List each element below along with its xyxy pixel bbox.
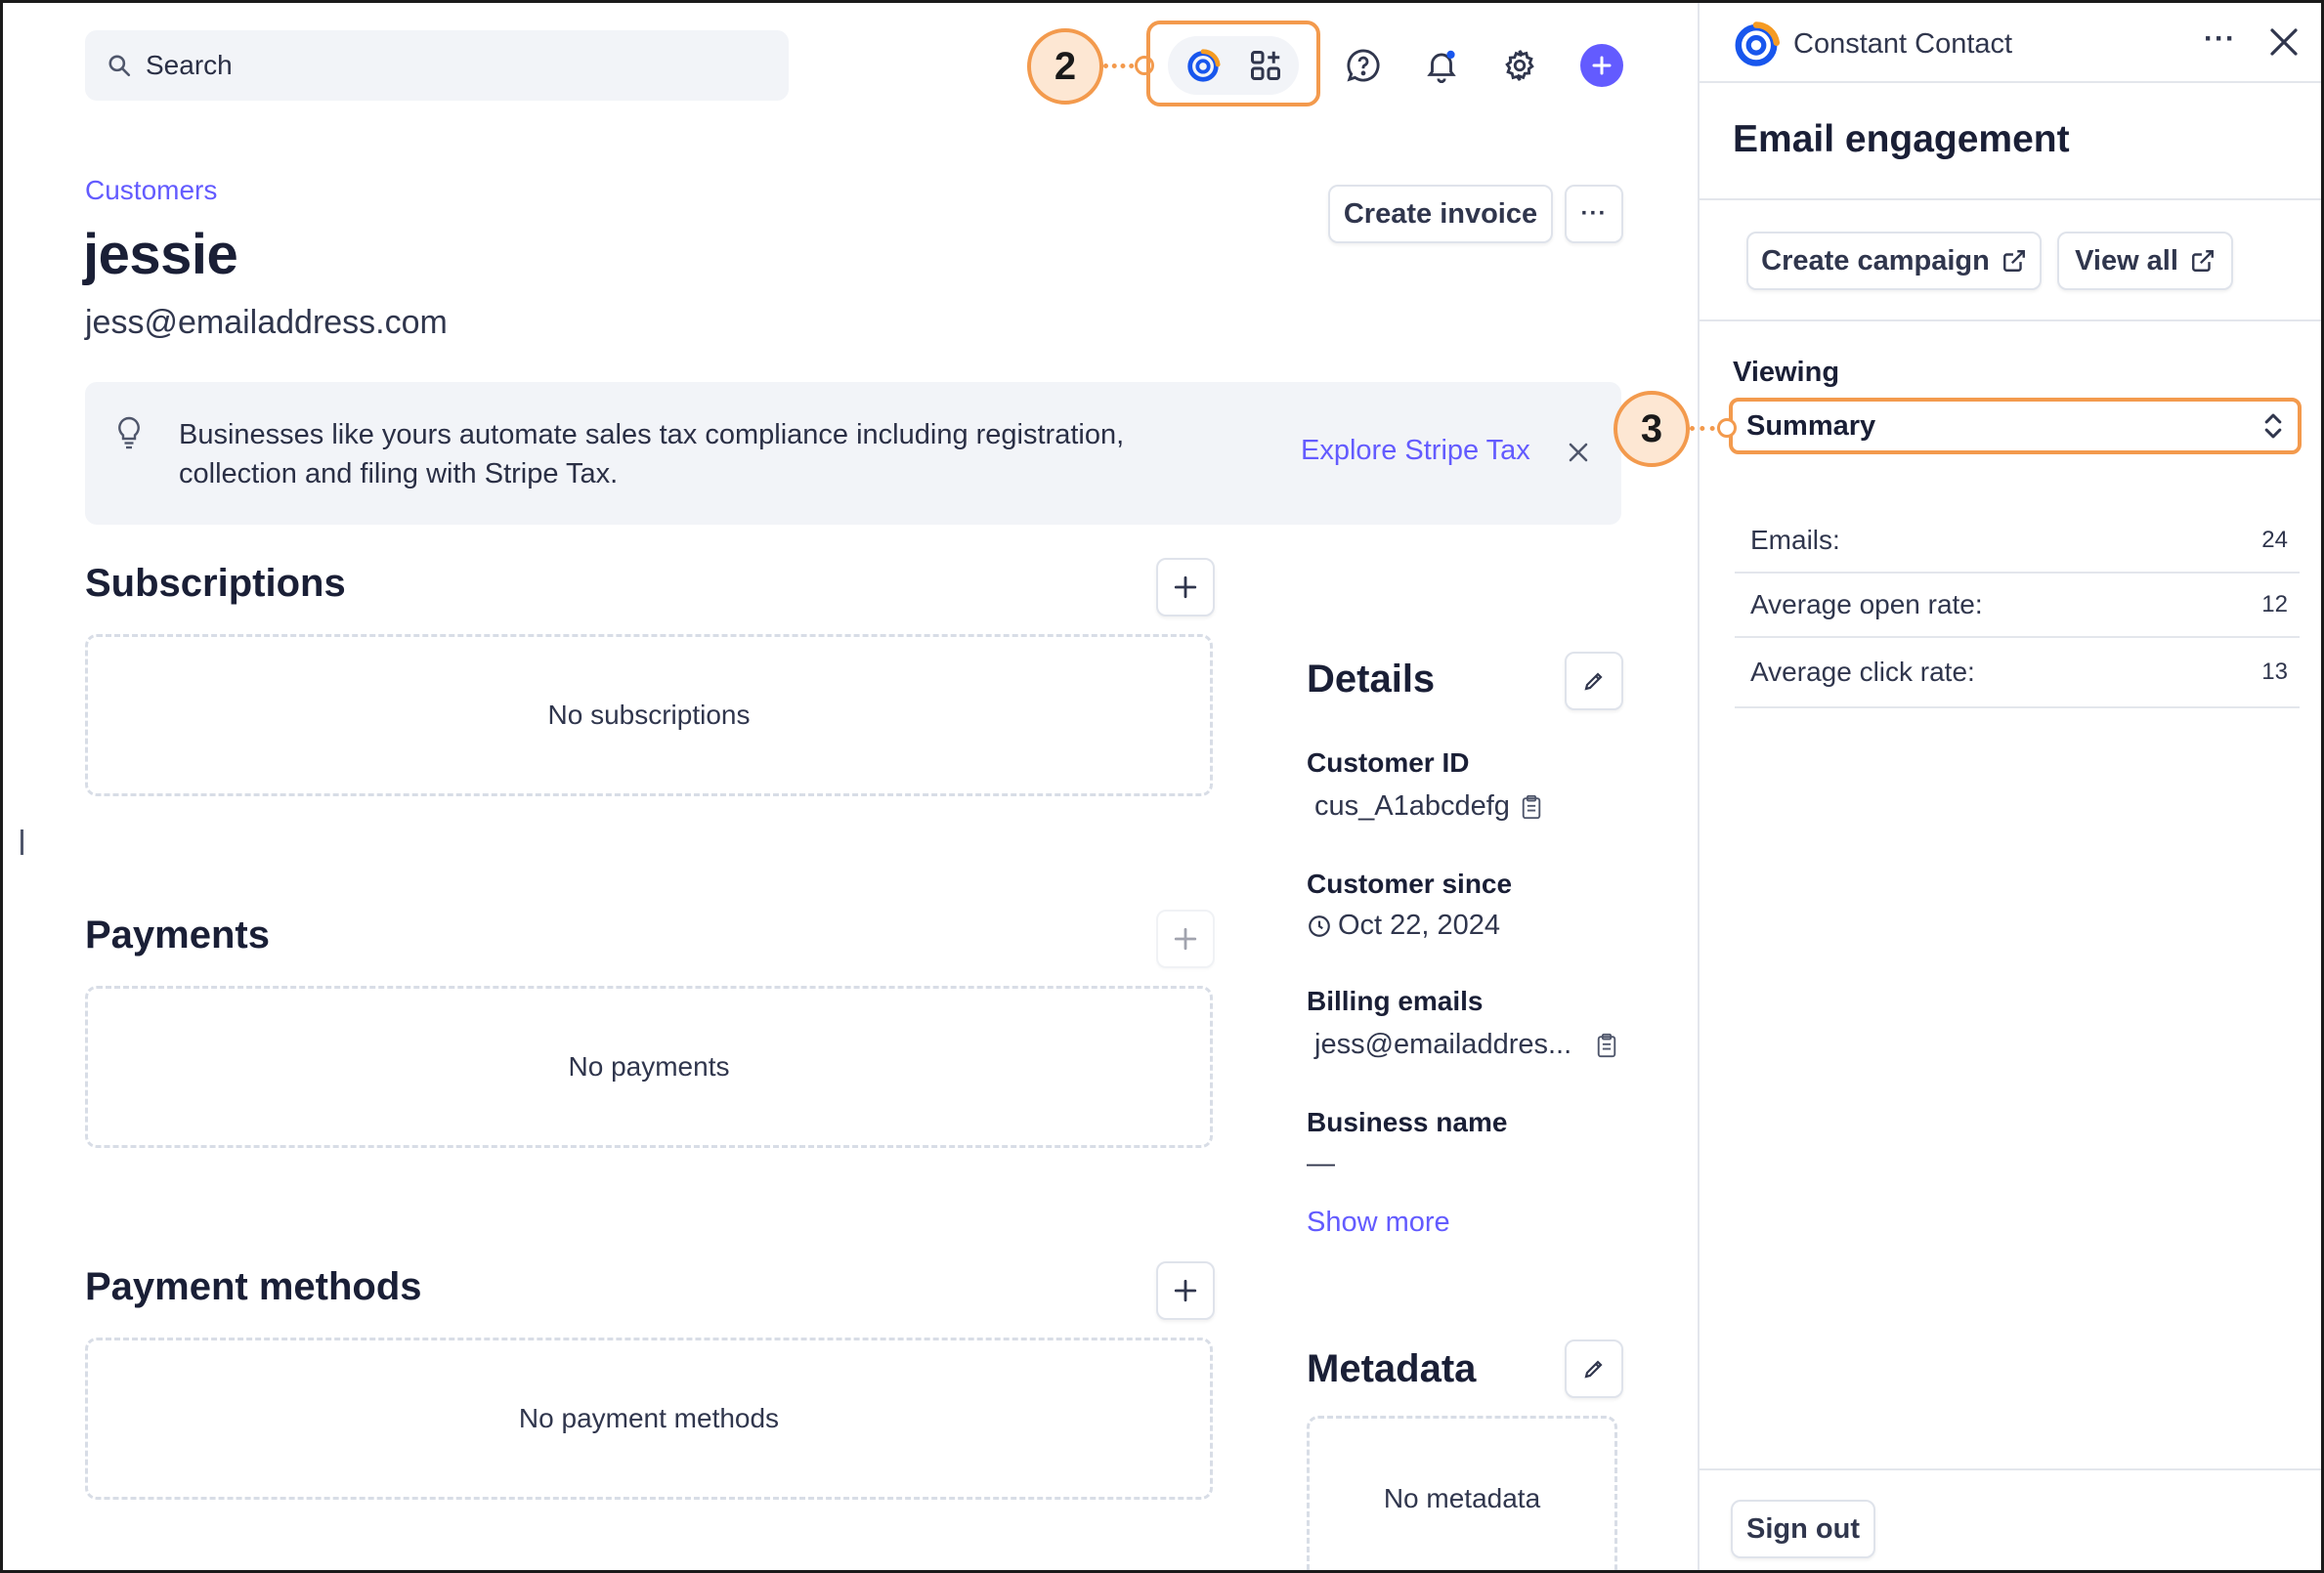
search-icon bbox=[108, 55, 131, 77]
stat-divider bbox=[1735, 706, 2300, 708]
more-actions-button[interactable]: ··· bbox=[1565, 185, 1623, 243]
pencil-icon bbox=[1584, 1360, 1603, 1379]
app-drawer: Constant Contact ··· Email engagement Cr… bbox=[1698, 3, 2321, 1570]
view-all-button[interactable]: View all bbox=[2057, 232, 2233, 290]
stat-value: 13 bbox=[2261, 659, 2288, 685]
callout-anchor bbox=[1717, 418, 1737, 438]
customer-id-row: cus_A1abcdefg bbox=[1314, 790, 1543, 823]
bell-icon bbox=[1427, 50, 1456, 83]
add-payment-method-button[interactable] bbox=[1156, 1261, 1215, 1320]
lightbulb-icon bbox=[118, 416, 140, 449]
plus-icon bbox=[1174, 1279, 1197, 1302]
copy-icon[interactable] bbox=[1595, 1033, 1618, 1058]
explore-stripe-tax-link[interactable]: Explore Stripe Tax bbox=[1301, 435, 1530, 467]
panel-divider bbox=[1700, 319, 2321, 321]
search-bar[interactable]: Search bbox=[85, 30, 789, 101]
create-invoice-button[interactable]: Create invoice bbox=[1328, 185, 1553, 243]
app-window: Search 2 Customers jessie jess@emailaddr… bbox=[0, 0, 2324, 1573]
sign-out-button[interactable]: Sign out bbox=[1731, 1500, 1875, 1558]
external-link-icon bbox=[2002, 250, 2025, 272]
banner-message: Businesses like yours automate sales tax… bbox=[179, 419, 1125, 489]
billing-email-value: jess@emailaddres... bbox=[1314, 1029, 1572, 1060]
business-name-value: — bbox=[1307, 1148, 1335, 1179]
payment-methods-heading: Payment methods bbox=[85, 1265, 422, 1308]
customer-since-value: Oct 22, 2024 bbox=[1338, 910, 1501, 941]
plus-icon bbox=[1174, 575, 1197, 599]
close-icon bbox=[1569, 443, 1588, 462]
stats-list: Emails: 24 Average open rate: 12 Average… bbox=[1735, 517, 2300, 708]
create-campaign-label: Create campaign bbox=[1761, 244, 1990, 276]
stat-value: 12 bbox=[2261, 591, 2288, 617]
promo-banner: Businesses like yours automate sales tax… bbox=[85, 382, 1621, 525]
stat-label: Average click rate: bbox=[1750, 657, 1975, 687]
billing-emails-label: Billing emails bbox=[1307, 986, 1484, 1016]
page-title: jessie bbox=[83, 223, 238, 286]
callout-badge: 3 bbox=[1614, 391, 1690, 467]
close-icon bbox=[2270, 28, 2298, 56]
add-subscription-button[interactable] bbox=[1156, 558, 1215, 616]
add-payment-button[interactable] bbox=[1156, 910, 1215, 968]
settings-button[interactable] bbox=[1496, 42, 1543, 89]
app-name: Constant Contact bbox=[1793, 28, 2013, 60]
customer-id-label: Customer ID bbox=[1307, 747, 1470, 778]
constant-contact-app-button[interactable] bbox=[1182, 44, 1225, 87]
search-placeholder: Search bbox=[146, 50, 233, 80]
stat-row: Average click rate: 13 bbox=[1735, 638, 2300, 706]
close-panel-button[interactable] bbox=[2264, 22, 2303, 62]
help-button[interactable] bbox=[1340, 42, 1387, 89]
callout-badge: 2 bbox=[1027, 28, 1103, 105]
customer-since-label: Customer since bbox=[1307, 869, 1513, 899]
customer-email: jess@emailaddress.com bbox=[85, 304, 448, 341]
stat-row: Average open rate: 12 bbox=[1735, 574, 2300, 636]
customer-since-row: Oct 22, 2024 bbox=[1307, 910, 1500, 942]
viewing-label: Viewing bbox=[1733, 357, 1840, 388]
dismiss-banner-button[interactable] bbox=[1561, 435, 1596, 470]
pencil-icon bbox=[1584, 672, 1603, 691]
metadata-empty-state: No metadata bbox=[1307, 1416, 1617, 1570]
apps-grid-plus-icon bbox=[1251, 51, 1280, 80]
text-cursor bbox=[21, 829, 23, 855]
chevron-up-down-icon bbox=[2264, 413, 2282, 439]
panel-divider bbox=[1700, 198, 2321, 200]
gear-icon bbox=[1505, 50, 1534, 81]
metadata-heading: Metadata bbox=[1307, 1347, 1477, 1390]
stat-label: Emails: bbox=[1750, 525, 1840, 555]
constant-contact-logo-icon bbox=[1735, 21, 1781, 66]
subscriptions-heading: Subscriptions bbox=[85, 562, 346, 605]
help-icon bbox=[1347, 49, 1380, 82]
copy-icon[interactable] bbox=[1520, 794, 1543, 820]
panel-divider bbox=[1700, 1468, 2321, 1470]
payment-methods-empty-state: No payment methods bbox=[85, 1338, 1213, 1500]
viewing-select-value: Summary bbox=[1746, 409, 1876, 442]
stat-row: Emails: 24 bbox=[1735, 517, 2300, 564]
plus-icon bbox=[1592, 56, 1612, 75]
create-new-button[interactable] bbox=[1580, 44, 1623, 87]
plus-icon bbox=[1174, 927, 1197, 951]
panel-more-button[interactable]: ··· bbox=[2204, 22, 2236, 56]
stat-label: Average open rate: bbox=[1750, 589, 1983, 619]
details-heading: Details bbox=[1307, 658, 1436, 701]
edit-metadata-button[interactable] bbox=[1565, 1339, 1623, 1398]
business-name-label: Business name bbox=[1307, 1107, 1508, 1137]
customer-id-value: cus_A1abcdefg bbox=[1314, 790, 1510, 822]
panel-divider bbox=[1700, 81, 2321, 83]
notifications-button[interactable] bbox=[1418, 42, 1465, 89]
breadcrumb-customers[interactable]: Customers bbox=[85, 175, 217, 206]
payments-empty-state: No payments bbox=[85, 986, 1213, 1148]
create-campaign-button[interactable]: Create campaign bbox=[1746, 232, 2042, 290]
panel-heading: Email engagement bbox=[1733, 118, 2070, 160]
viewing-select[interactable]: Summary bbox=[1729, 398, 2302, 454]
show-more-link[interactable]: Show more bbox=[1307, 1207, 1450, 1239]
subscriptions-empty-state: No subscriptions bbox=[85, 634, 1213, 796]
app-marketplace-button[interactable] bbox=[1244, 44, 1287, 87]
edit-details-button[interactable] bbox=[1565, 652, 1623, 710]
stat-value: 24 bbox=[2261, 527, 2288, 553]
clock-icon bbox=[1309, 914, 1330, 937]
constant-contact-logo-icon bbox=[1187, 49, 1221, 82]
external-link-icon bbox=[2191, 250, 2214, 272]
billing-emails-row: jess@emailaddres... bbox=[1314, 1029, 1618, 1061]
payments-heading: Payments bbox=[85, 914, 270, 957]
view-all-label: View all bbox=[2075, 244, 2178, 276]
